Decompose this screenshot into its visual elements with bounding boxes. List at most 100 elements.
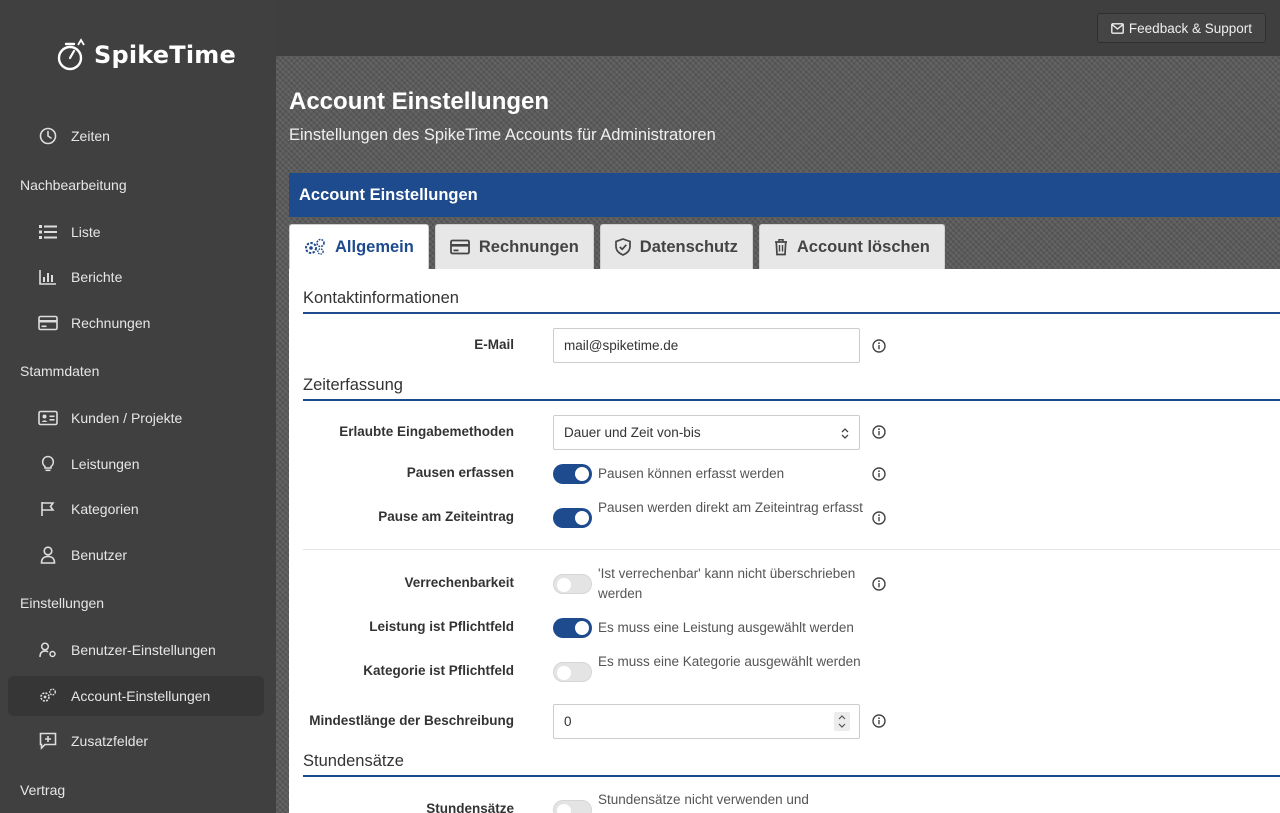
sidebar-item-berichte[interactable]: Berichte [8,257,264,297]
pausen-desc: Pausen können erfasst werden [598,466,785,481]
sidebar-item-label: Leistungen [71,456,140,472]
sidebar-item-leistungen[interactable]: Leistungen [8,444,264,484]
kategorie-toggle[interactable] [553,662,592,682]
sidebar-item-kategorien[interactable]: Kategorien [8,489,264,529]
toggle-knob [557,804,571,813]
clock-icon [38,126,58,146]
chart-icon [38,267,58,287]
section-title-kontakt: Kontaktinformationen [303,289,1280,314]
sidebar-item-zusatzfelder[interactable]: Zusatzfelder [8,721,264,761]
sidebar-heading-vertrag: Vertrag [20,782,66,798]
pause-eintrag-label: Pause am Zeiteintrag [378,509,514,524]
topbar: Feedback & Support [276,0,1280,56]
app-name: SpikeTime [94,41,236,69]
tab-account-loeschen[interactable]: Account löschen [758,224,945,269]
kategorie-label: Kategorie ist Pflichtfeld [363,663,514,678]
tab-label: Allgemein [335,237,414,256]
sidebar-item-label: Liste [71,224,101,240]
user-icon [38,545,58,565]
divider [303,549,1280,550]
card-header: Account Einstellungen [289,173,1280,217]
pause-eintrag-desc: Pausen werden direkt am Zeiteintrag erfa… [598,500,863,515]
tab-rechnungen[interactable]: Rechnungen [434,224,594,269]
chevron-up-down-icon [841,428,849,439]
email-label: E-Mail [474,337,514,352]
leistung-label: Leistung ist Pflichtfeld [369,619,514,634]
cogs-icon [38,686,58,706]
leistung-toggle[interactable] [553,618,592,638]
credit-card-icon [38,313,58,333]
sidebar-heading-stammdaten: Stammdaten [20,363,100,379]
info-icon[interactable] [872,714,886,728]
page-subtitle: Einstellungen des SpikeTime Accounts für… [289,126,716,144]
pausen-label: Pausen erfassen [406,465,514,480]
sidebar: SpikeTime Zeiten Nachbearbeitung Liste B… [0,0,276,813]
leistung-desc: Es muss eine Leistung ausgewählt werden [598,620,854,635]
email-value: mail@spiketime.de [564,338,679,353]
sidebar-item-label: Benutzer-Einstellungen [71,642,216,658]
sidebar-item-benutzer[interactable]: Benutzer [8,535,264,575]
trash-icon [774,239,787,256]
info-icon[interactable] [872,339,886,353]
sidebar-item-label: Account-Einstellungen [71,688,211,704]
stopwatch-logo-icon [57,38,85,71]
pausen-toggle[interactable] [553,464,592,484]
toggle-knob [557,578,571,592]
info-icon[interactable] [872,511,886,525]
main-content: Account Einstellungen Einstellungen des … [276,56,1280,813]
mindest-value: 0 [564,714,572,729]
tab-datenschutz[interactable]: Datenschutz [599,224,753,269]
user-cog-icon [38,640,58,660]
sidebar-item-liste[interactable]: Liste [8,212,264,252]
toggle-knob [557,666,571,680]
tab-allgemein[interactable]: Allgemein [289,224,429,269]
methods-label: Erlaubte Eingabemethoden [339,424,514,439]
methods-value: Dauer und Zeit von-bis [564,425,701,440]
info-icon[interactable] [872,425,886,439]
sidebar-item-benutzer-einstellungen[interactable]: Benutzer-Einstellungen [8,630,264,670]
feedback-label: Feedback & Support [1128,20,1252,36]
sidebar-item-label: Rechnungen [71,315,151,331]
toggle-knob [575,511,589,525]
flag-icon [38,499,58,519]
toggle-knob [575,467,589,481]
sidebar-item-label: Benutzer [71,547,128,563]
comment-plus-icon [38,731,58,751]
sidebar-item-kunden-projekte[interactable]: Kunden / Projekte [8,398,264,438]
logo[interactable]: SpikeTime [56,38,236,72]
tab-label: Datenschutz [639,237,738,256]
sidebar-item-label: Kunden / Projekte [71,410,183,426]
stundensaetze-label: Stundensätze [426,801,514,813]
info-icon[interactable] [872,577,886,591]
section-title-zeiterfassung: Zeiterfassung [303,376,1280,401]
verrechen-label: Verrechenbarkeit [404,575,514,590]
tab-label: Rechnungen [478,237,579,256]
sidebar-item-zeiten[interactable]: Zeiten [8,116,264,156]
mindest-number-input[interactable]: 0 [553,704,860,739]
sidebar-item-label: Zeiten [71,128,110,144]
stundensaetze-toggle[interactable] [553,800,592,813]
sidebar-heading-nachbearbeitung: Nachbearbeitung [20,177,127,193]
list-icon [38,222,58,242]
envelope-icon [1111,22,1124,34]
feedback-support-button[interactable]: Feedback & Support [1096,13,1266,43]
toggle-knob [575,621,589,635]
shield-check-icon [614,238,631,256]
tab-label: Account löschen [796,237,930,256]
email-field[interactable]: mail@spiketime.de [553,328,860,363]
sidebar-item-rechnungen[interactable]: Rechnungen [8,303,264,343]
lightbulb-icon [38,454,58,474]
verrechen-desc: 'Ist verrechenbar' kann nicht überschrie… [598,566,856,601]
verrechen-toggle[interactable] [553,574,592,594]
methods-select[interactable]: Dauer und Zeit von-bis [553,415,860,450]
number-spinner-icon[interactable] [834,712,850,731]
tab-bar: Allgemein Rechnungen Datenschutz Account… [289,224,951,269]
page-title: Account Einstellungen [289,88,550,115]
sidebar-item-label: Zusatzfelder [71,733,149,749]
stundensaetze-desc: Stundensätze nicht verwenden und [598,792,809,807]
mindest-label: Mindestlänge der Beschreibung [309,713,514,728]
credit-card-icon [449,239,470,255]
pause-eintrag-toggle[interactable] [553,508,592,528]
sidebar-item-account-einstellungen[interactable]: Account-Einstellungen [8,676,264,716]
info-icon[interactable] [872,467,886,481]
